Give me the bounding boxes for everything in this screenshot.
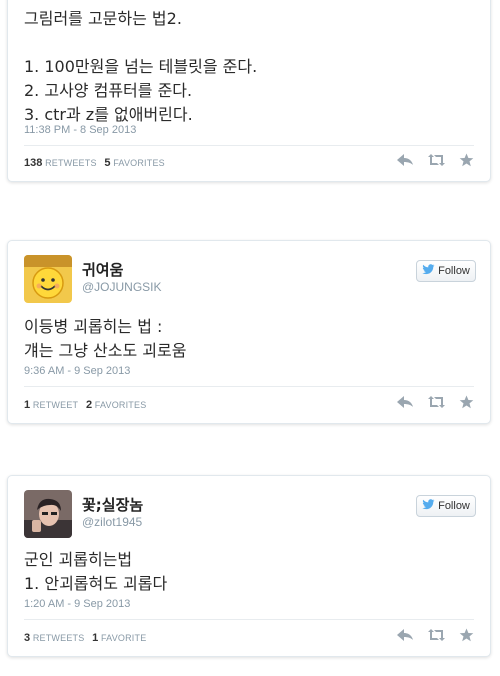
divider <box>24 145 474 146</box>
favorite-label[interactable]: FAVORITE <box>101 633 146 643</box>
reply-icon[interactable] <box>396 395 414 409</box>
tweet-text-line: 1. 100만원을 넘는 테블릿을 준다. <box>24 57 258 76</box>
tweet-text-line: 걔는 그냥 산소도 괴로움 <box>24 341 187 360</box>
tweet-text-line: 1. 안괴롭혀도 괴롭다 <box>24 574 168 593</box>
display-name[interactable]: 귀여움 <box>82 259 123 280</box>
retweet-icon[interactable] <box>427 153 446 167</box>
tweet-text: 그림러를 고문하는 법2. 1. 100만원을 넘는 테블릿을 준다. 2. 고… <box>24 7 476 127</box>
tweet-timestamp[interactable]: 1:20 AM - 9 Sep 2013 <box>24 598 130 610</box>
tweet-stats: 138 RETWEETS 5 FAVORITES <box>24 157 165 169</box>
avatar[interactable] <box>24 490 72 538</box>
tweet-actions <box>396 153 474 167</box>
retweet-label[interactable]: RETWEETS <box>33 633 85 643</box>
favorite-count[interactable]: 1 <box>92 632 98 644</box>
tweet-stats: 1 RETWEET 2 FAVORITES <box>24 399 146 411</box>
tweet-card: 꽃;실장놈 @zilot1945 Follow 군인 괴롭히는법 1. 안괴롭혀… <box>7 475 491 657</box>
divider <box>24 619 474 620</box>
favorite-count[interactable]: 5 <box>104 157 110 169</box>
tweet-timestamp[interactable]: 11:38 PM - 8 Sep 2013 <box>24 124 136 136</box>
retweet-count[interactable]: 3 <box>24 632 30 644</box>
retweet-icon[interactable] <box>427 395 446 409</box>
tweet-text: 이등병 괴롭히는 법 : 걔는 그냥 산소도 괴로움 <box>24 315 476 363</box>
tweet-text-line: 2. 고사양 컴퓨터를 준다. <box>24 81 193 100</box>
retweet-icon[interactable] <box>427 628 446 642</box>
tweet-text-line: 그림러를 고문하는 법2. <box>24 9 182 28</box>
tweet-card: 그림러를 고문하는 법2. 1. 100만원을 넘는 테블릿을 준다. 2. 고… <box>7 0 491 182</box>
tweet-card: 귀여움 @JOJUNGSIK Follow 이등병 괴롭히는 법 : 걔는 그냥… <box>7 240 491 424</box>
follow-label: Follow <box>438 500 470 512</box>
divider <box>24 386 474 387</box>
favorite-label[interactable]: FAVORITES <box>95 400 147 410</box>
tweet-text-line <box>24 31 476 55</box>
star-icon[interactable] <box>459 628 474 642</box>
star-icon[interactable] <box>459 395 474 409</box>
tweet-header: 귀여움 @JOJUNGSIK Follow <box>24 255 476 305</box>
tweet-actions <box>396 628 474 642</box>
tweet-text-line: 군인 괴롭히는법 <box>24 550 133 569</box>
twitter-bird-icon <box>422 264 435 278</box>
tweet-timestamp[interactable]: 9:36 AM - 9 Sep 2013 <box>24 365 130 377</box>
reply-icon[interactable] <box>396 153 414 167</box>
reply-icon[interactable] <box>396 628 414 642</box>
follow-button[interactable]: Follow <box>416 495 476 517</box>
star-icon[interactable] <box>459 153 474 167</box>
tweet-actions <box>396 395 474 409</box>
user-handle[interactable]: @JOJUNGSIK <box>82 280 162 294</box>
retweet-label[interactable]: RETWEET <box>33 400 78 410</box>
avatar[interactable] <box>24 255 72 303</box>
display-name[interactable]: 꽃;실장놈 <box>82 494 143 515</box>
retweet-count[interactable]: 138 <box>24 157 42 169</box>
twitter-bird-icon <box>422 499 435 513</box>
follow-label: Follow <box>438 265 470 277</box>
tweet-header: 꽃;실장놈 @zilot1945 Follow <box>24 490 476 540</box>
follow-button[interactable]: Follow <box>416 260 476 282</box>
favorite-label[interactable]: FAVORITES <box>113 158 165 168</box>
user-handle[interactable]: @zilot1945 <box>82 515 142 529</box>
tweet-text: 군인 괴롭히는법 1. 안괴롭혀도 괴롭다 <box>24 548 476 596</box>
retweet-label[interactable]: RETWEETS <box>45 158 97 168</box>
tweet-text-line: 이등병 괴롭히는 법 : <box>24 317 163 336</box>
retweet-count[interactable]: 1 <box>24 399 30 411</box>
favorite-count[interactable]: 2 <box>86 399 92 411</box>
tweet-stats: 3 RETWEETS 1 FAVORITE <box>24 632 146 644</box>
